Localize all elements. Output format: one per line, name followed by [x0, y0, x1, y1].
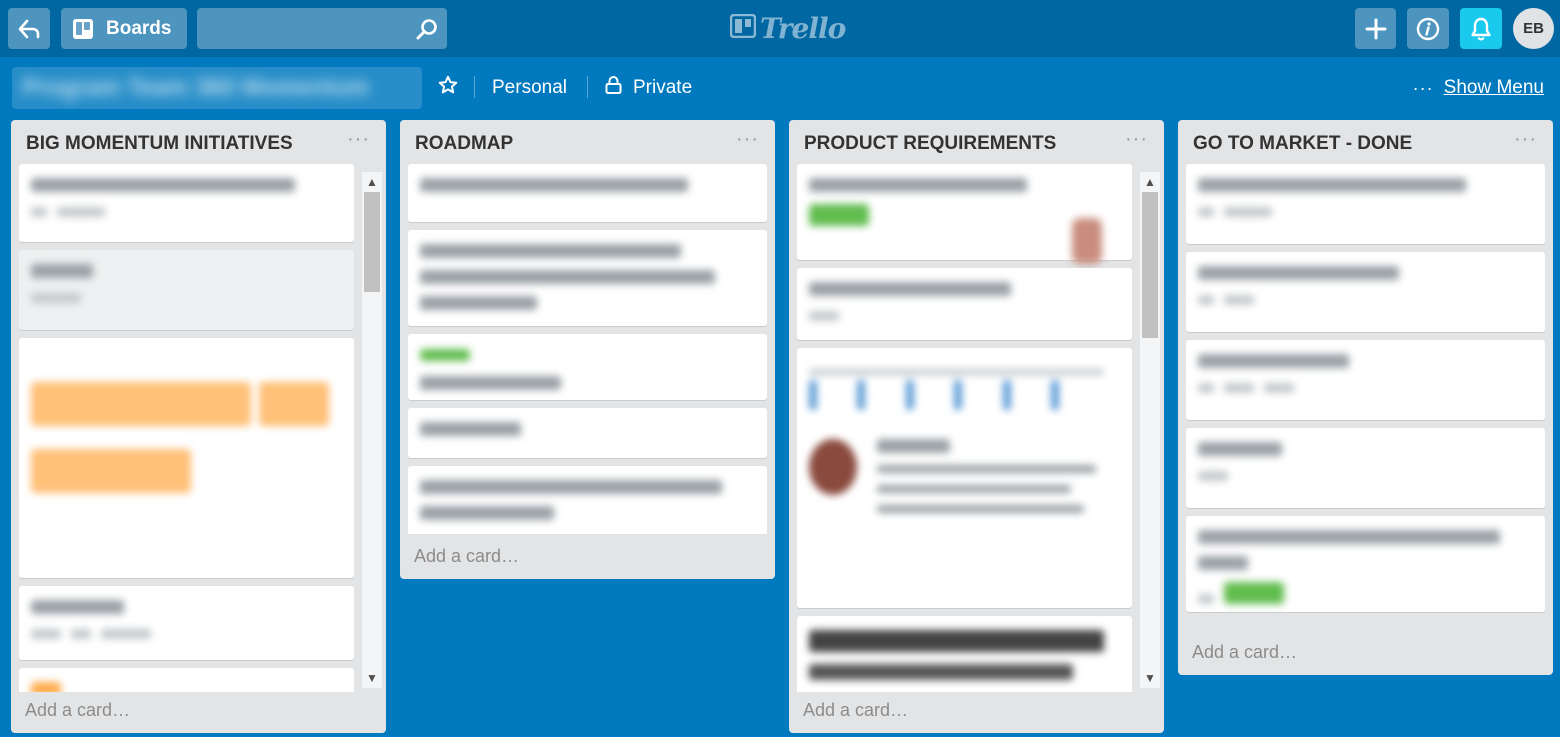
search-icon[interactable] — [415, 17, 439, 46]
scrollbar-thumb[interactable] — [1142, 192, 1158, 338]
list-big-momentum-initiatives: BIG MOMENTUM INITIATIVES ··· ▲ ▼ Add a c… — [11, 120, 386, 733]
add-card-link[interactable]: Add a card… — [25, 700, 130, 721]
boards-icon — [72, 18, 94, 40]
list-item[interactable] — [19, 250, 354, 330]
trello-logo-text: Trello — [760, 11, 846, 45]
list-item[interactable] — [797, 164, 1132, 264]
list-menu-icon[interactable]: ··· — [736, 128, 759, 151]
arrow-left-icon — [18, 19, 40, 39]
add-card-link[interactable]: Add a card… — [803, 700, 908, 721]
list-title[interactable]: ROADMAP — [415, 133, 760, 155]
lock-icon — [605, 76, 622, 100]
add-button[interactable] — [1355, 8, 1396, 49]
star-icon — [438, 75, 458, 101]
list-item[interactable] — [19, 668, 354, 692]
show-menu-label: Show Menu — [1443, 77, 1544, 98]
bell-icon — [1470, 17, 1492, 41]
plus-icon — [1365, 18, 1387, 40]
list-item[interactable] — [408, 408, 767, 458]
scrollbar[interactable]: ▲ ▼ — [362, 172, 382, 688]
show-menu-button[interactable]: ··· Show Menu — [1413, 74, 1544, 102]
list-item[interactable] — [797, 268, 1132, 340]
top-header: Boards Trello EB — [0, 0, 1560, 57]
scrollbar-thumb[interactable] — [364, 192, 380, 292]
card-list — [797, 164, 1132, 692]
list-menu-icon[interactable]: ··· — [1125, 128, 1148, 151]
add-card-link[interactable]: Add a card… — [1192, 642, 1297, 663]
team-visibility-button[interactable]: Personal — [492, 74, 567, 102]
board-title-text: Program Team 360 Momentum — [22, 74, 370, 101]
list-item[interactable] — [408, 164, 767, 222]
list-header[interactable]: GO TO MARKET - DONE ··· — [1178, 120, 1553, 164]
boards-button[interactable]: Boards — [61, 8, 187, 49]
list-header[interactable]: PRODUCT REQUIREMENTS ··· — [789, 120, 1164, 164]
list-item[interactable] — [1186, 428, 1545, 508]
team-visibility-label: Personal — [492, 77, 567, 98]
list-item[interactable] — [19, 586, 354, 660]
info-icon — [1416, 17, 1440, 41]
list-item[interactable] — [408, 466, 767, 534]
list-header[interactable]: BIG MOMENTUM INITIATIVES ··· — [11, 120, 386, 164]
list-menu-icon[interactable]: ··· — [347, 128, 370, 151]
avatar-initials: EB — [1523, 20, 1544, 37]
divider — [587, 76, 588, 98]
card-list — [408, 164, 767, 534]
list-title[interactable]: PRODUCT REQUIREMENTS — [804, 133, 1149, 155]
notifications-button[interactable] — [1460, 8, 1502, 49]
scrollbar[interactable]: ▲ ▼ — [1140, 172, 1160, 688]
list-item[interactable] — [19, 338, 354, 578]
list-item[interactable] — [1186, 252, 1545, 332]
trello-logo-icon — [729, 13, 757, 43]
info-button[interactable] — [1407, 8, 1449, 49]
search-box[interactable] — [197, 8, 447, 49]
list-product-requirements: PRODUCT REQUIREMENTS ··· ▲ ▼ Add a card… — [789, 120, 1164, 733]
list-roadmap: ROADMAP ··· Add a card… — [400, 120, 775, 579]
search-input[interactable] — [197, 8, 412, 49]
list-header[interactable]: ROADMAP ··· — [400, 120, 775, 164]
trello-logo[interactable]: Trello — [729, 11, 846, 45]
boards-label: Boards — [106, 17, 172, 39]
back-button[interactable] — [8, 8, 50, 49]
board-title[interactable]: Program Team 360 Momentum — [12, 67, 422, 109]
list-item[interactable] — [1186, 164, 1545, 244]
list-go-to-market-done: GO TO MARKET - DONE ··· Add a card… — [1178, 120, 1553, 675]
card-list — [19, 164, 354, 692]
list-item[interactable] — [19, 164, 354, 242]
scroll-down-icon[interactable]: ▼ — [362, 668, 382, 688]
list-item[interactable] — [797, 348, 1132, 608]
scroll-up-icon[interactable]: ▲ — [362, 172, 382, 192]
list-title[interactable]: GO TO MARKET - DONE — [1193, 133, 1538, 155]
divider — [474, 76, 475, 98]
privacy-button[interactable]: Private — [605, 74, 692, 102]
list-title[interactable]: BIG MOMENTUM INITIATIVES — [26, 133, 371, 155]
card-list — [1186, 164, 1545, 630]
list-item[interactable] — [1186, 516, 1545, 612]
list-item[interactable] — [408, 334, 767, 400]
privacy-label: Private — [633, 77, 693, 98]
list-item[interactable] — [797, 616, 1132, 692]
star-button[interactable] — [438, 74, 458, 102]
avatar[interactable]: EB — [1513, 8, 1554, 49]
add-card-link[interactable]: Add a card… — [414, 546, 519, 567]
scroll-down-icon[interactable]: ▼ — [1140, 668, 1160, 688]
scroll-up-icon[interactable]: ▲ — [1140, 172, 1160, 192]
more-icon: ··· — [1412, 77, 1434, 98]
list-item[interactable] — [1186, 340, 1545, 420]
list-item[interactable] — [408, 230, 767, 326]
list-menu-icon[interactable]: ··· — [1514, 128, 1537, 151]
